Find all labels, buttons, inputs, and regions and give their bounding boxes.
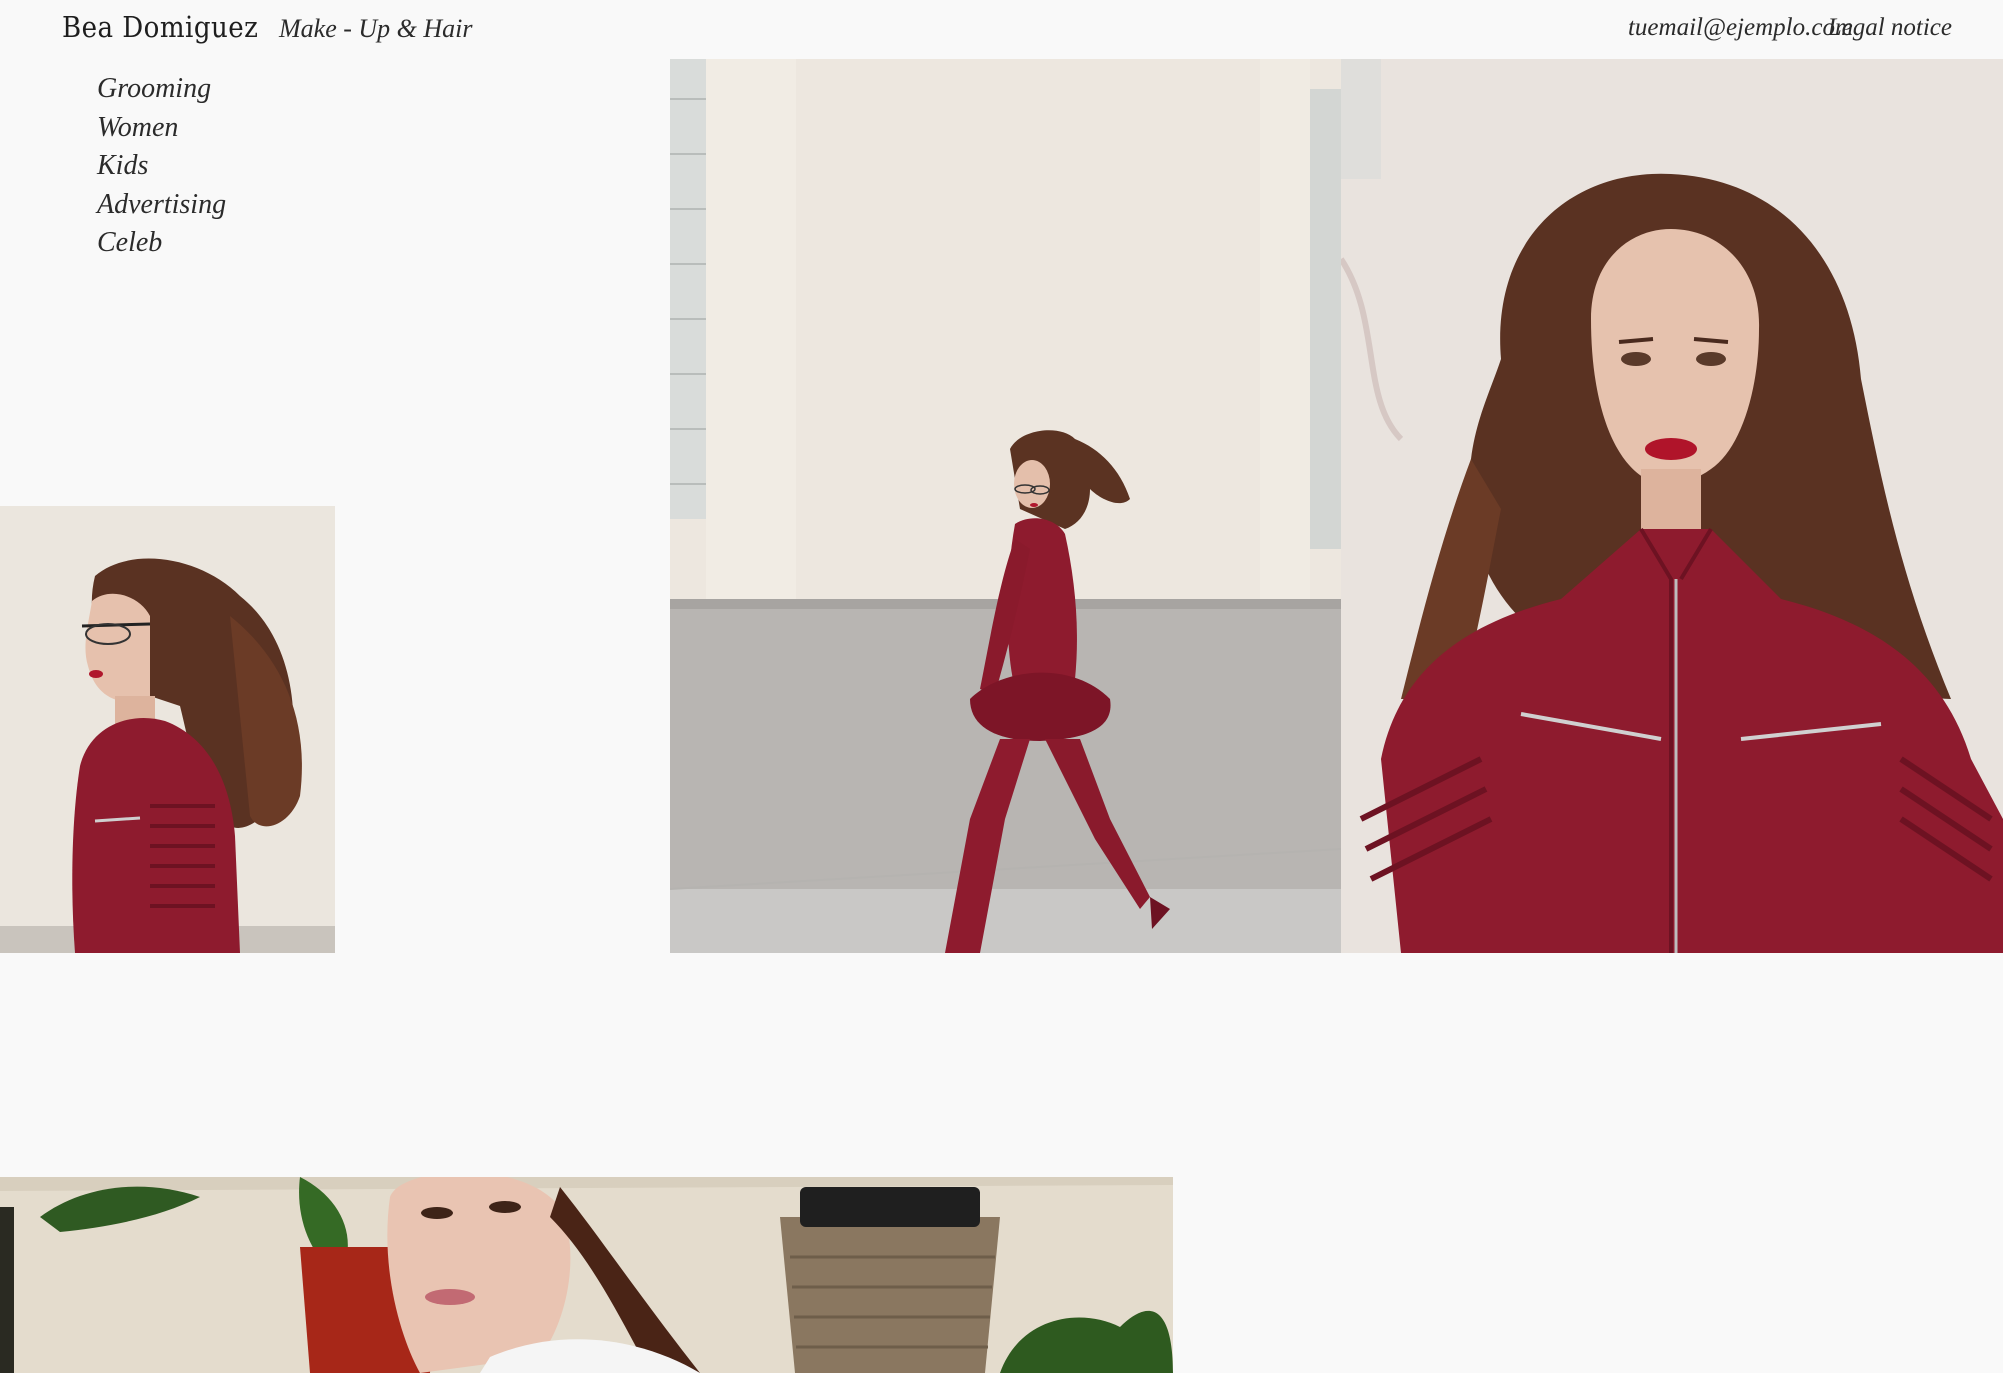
closeup-portrait-image xyxy=(1341,59,2003,953)
nav-item-celeb[interactable]: Celeb xyxy=(97,224,226,263)
gallery-photo-walking[interactable] xyxy=(670,59,1341,953)
gallery-photo-plants[interactable] xyxy=(0,1177,1173,1373)
profile-portrait-image xyxy=(0,506,335,953)
tagline: Make - Up & Hair xyxy=(279,14,473,43)
portfolio-page: Bea Domiguez Make - Up & Hair tuemail@ej… xyxy=(0,0,2003,1373)
plants-portrait-image xyxy=(0,1177,1173,1373)
nav-item-women[interactable]: Women xyxy=(97,109,226,148)
gallery-photo-profile[interactable] xyxy=(0,506,335,953)
nav-item-kids[interactable]: Kids xyxy=(97,147,226,186)
legal-notice-link[interactable]: Legal notice xyxy=(1828,14,1952,42)
brand-logo[interactable]: Bea Domiguez xyxy=(62,10,258,44)
walking-model-image xyxy=(670,59,1341,953)
category-nav: Grooming Women Kids Advertising Celeb xyxy=(97,70,226,263)
nav-item-advertising[interactable]: Advertising xyxy=(97,186,226,225)
gallery-photo-closeup[interactable] xyxy=(1341,59,2003,953)
email-link[interactable]: tuemail@ejemplo.com xyxy=(1628,14,1853,42)
nav-item-grooming[interactable]: Grooming xyxy=(97,70,226,109)
